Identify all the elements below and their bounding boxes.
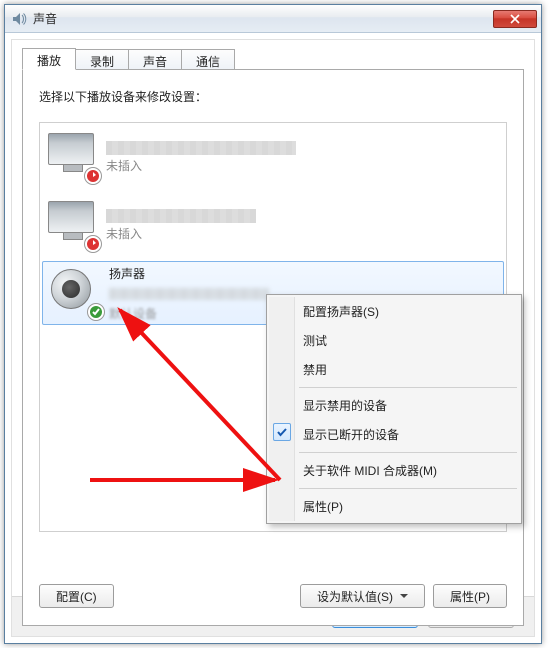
menu-separator [299,452,517,453]
device-name [106,141,296,155]
tab-sound[interactable]: 声音 [129,49,182,70]
app-icon [11,11,27,27]
device-icon-monitor [48,201,98,249]
set-default-button[interactable]: 设为默认值(S) [300,584,425,608]
unplugged-badge-icon [84,235,102,253]
menu-test[interactable]: 测试 [269,326,519,355]
tab-strip: 播放 录制 声音 通信 [22,48,235,70]
device-row[interactable]: 未插入 [40,191,506,259]
configure-button[interactable]: 配置(C) [39,584,114,608]
device-row[interactable]: 未插入 [40,123,506,191]
menu-configure-speakers[interactable]: 配置扬声器(S) [269,297,519,326]
device-name [106,209,256,223]
menu-show-disconnected[interactable]: 显示已断开的设备 [269,420,519,449]
menu-about-midi[interactable]: 关于软件 MIDI 合成器(M) [269,456,519,485]
properties-button[interactable]: 属性(P) [433,584,507,608]
menu-show-disabled[interactable]: 显示禁用的设备 [269,391,519,420]
titlebar[interactable]: 声音 [5,5,541,33]
device-icon-monitor [48,133,98,181]
menu-properties[interactable]: 属性(P) [269,492,519,521]
menu-disable[interactable]: 禁用 [269,355,519,384]
menu-separator [299,488,517,489]
tab-playback[interactable]: 播放 [22,48,76,70]
tab-record[interactable]: 录制 [76,49,129,70]
panel-button-row: 配置(C) 设为默认值(S) 属性(P) [39,581,507,611]
menu-separator [299,387,517,388]
instruction-text: 选择以下播放设备来修改设置： [39,88,207,105]
device-status: 未插入 [106,225,498,242]
device-name: 扬声器 [109,265,495,282]
window-title: 声音 [33,10,493,27]
chevron-down-icon [400,594,408,598]
annotation-arrow [80,460,290,500]
device-status: 未插入 [106,157,498,174]
tab-comm[interactable]: 通信 [182,49,235,70]
device-context-menu[interactable]: 配置扬声器(S) 测试 禁用 显示禁用的设备 显示已断开的设备 关于软件 MID… [266,294,522,524]
unplugged-badge-icon [84,167,102,185]
close-button[interactable] [493,10,537,28]
